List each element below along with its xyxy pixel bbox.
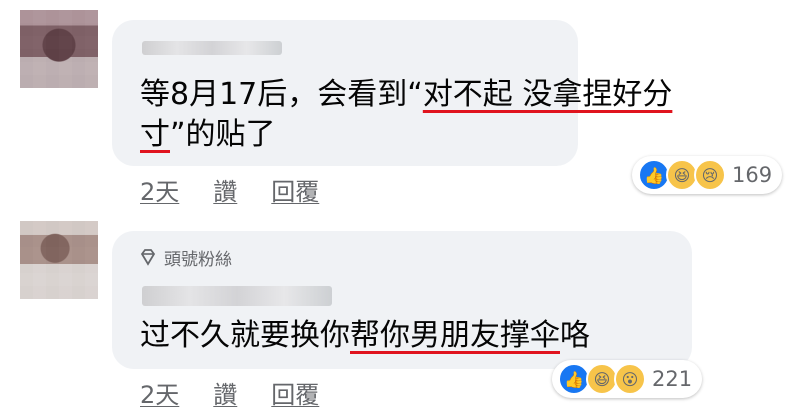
reactions-badge[interactable]: 👍 😆 😢 169 <box>632 156 782 194</box>
comment-actions: 2天 讚 回覆 <box>140 375 319 410</box>
reply-button[interactable]: 回覆 <box>271 172 319 207</box>
wow-icon: 😮 <box>614 363 646 395</box>
reaction-count: 221 <box>652 367 693 391</box>
timestamp-link[interactable]: 2天 <box>140 172 179 207</box>
comment-bubble: 等8月17后，会看到“对不起 没拿捏好分 寸”的贴了 <box>112 20 672 166</box>
reactions-badge[interactable]: 👍 😆 😮 221 <box>552 360 702 398</box>
top-fan-badge: 頭號粉絲 <box>138 245 232 270</box>
avatar[interactable] <box>20 10 98 88</box>
author-name-blurred[interactable] <box>142 41 282 55</box>
comment-text-line: 过不久就要换你帮你男朋友撑伞咯 <box>140 318 590 353</box>
reaction-count: 169 <box>732 163 773 187</box>
reply-button[interactable]: 回覆 <box>271 375 319 410</box>
comment-text-line: 寸”的贴了 <box>140 117 276 152</box>
comment-actions: 2天 讚 回覆 <box>140 172 319 207</box>
timestamp-link[interactable]: 2天 <box>140 375 179 410</box>
like-button[interactable]: 讚 <box>213 375 237 410</box>
diamond-icon <box>140 248 156 266</box>
sad-icon: 😢 <box>694 159 726 191</box>
author-name-blurred[interactable] <box>142 286 332 306</box>
like-button[interactable]: 讚 <box>213 172 237 207</box>
comment-bubble: 頭號粉絲 过不久就要换你帮你男朋友撑伞咯 <box>112 231 692 369</box>
avatar[interactable] <box>20 221 98 299</box>
